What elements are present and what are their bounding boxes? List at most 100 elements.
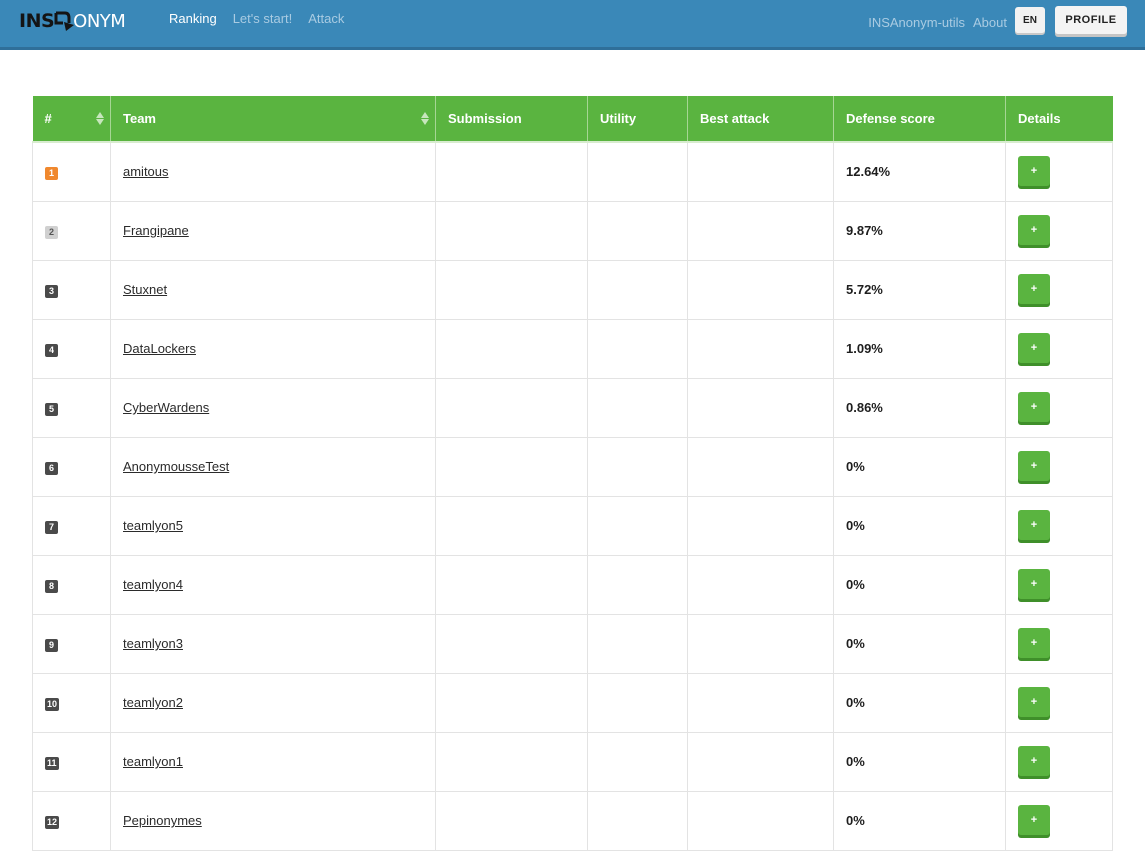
header-team-label: Team: [123, 111, 156, 126]
table-row: 4 DataLockers 1.09% +: [32, 319, 1113, 379]
team-link[interactable]: Pepinonymes: [123, 813, 202, 828]
cell-defense-score: 0%: [833, 732, 1006, 792]
header-details: Details: [1005, 96, 1113, 143]
details-button[interactable]: +: [1018, 273, 1050, 304]
details-button[interactable]: +: [1018, 391, 1050, 422]
details-button[interactable]: +: [1018, 155, 1050, 186]
cell-team: AnonymousseTest: [110, 437, 436, 497]
team-link[interactable]: teamlyon2: [123, 695, 183, 710]
cell-details: +: [1005, 614, 1113, 674]
table-row: 1 amitous 12.64% +: [32, 142, 1113, 202]
table-row: 7 teamlyon5 0% +: [32, 496, 1113, 556]
table-row: 10 teamlyon2 0% +: [32, 673, 1113, 733]
team-link[interactable]: amitous: [123, 164, 169, 179]
rank-badge: 10: [45, 697, 60, 711]
details-button[interactable]: +: [1018, 627, 1050, 658]
brand-part1: INS: [19, 10, 55, 32]
details-button[interactable]: +: [1018, 686, 1050, 717]
rank-badge: 9: [45, 638, 58, 652]
cell-submission: [435, 260, 588, 320]
table-row: 12 Pepinonymes 0% +: [32, 791, 1113, 851]
cell-rank: 12: [32, 791, 111, 851]
header-rank[interactable]: #: [32, 96, 111, 143]
defense-score-value: 5.72%: [846, 282, 883, 297]
nav-attack[interactable]: Attack: [308, 11, 344, 27]
cell-utility: [587, 142, 688, 202]
profile-button[interactable]: PROFILE: [1055, 6, 1127, 34]
cell-defense-score: 0%: [833, 614, 1006, 674]
rank-badge: 2: [45, 225, 58, 239]
cell-details: +: [1005, 378, 1113, 438]
sort-icon[interactable]: [96, 111, 104, 127]
team-link[interactable]: DataLockers: [123, 341, 196, 356]
arrow-logo-icon: [54, 11, 75, 31]
header-defense-score: Defense score: [833, 96, 1006, 143]
cell-submission: [435, 142, 588, 202]
details-button[interactable]: +: [1018, 332, 1050, 363]
cell-best-attack: [687, 260, 834, 320]
cell-best-attack: [687, 673, 834, 733]
cell-best-attack: [687, 732, 834, 792]
team-link[interactable]: AnonymousseTest: [123, 459, 229, 474]
team-link[interactable]: Frangipane: [123, 223, 189, 238]
cell-team: CyberWardens: [110, 378, 436, 438]
details-button[interactable]: +: [1018, 450, 1050, 481]
details-button[interactable]: +: [1018, 804, 1050, 835]
defense-score-value: 0.86%: [846, 400, 883, 415]
cell-utility: [587, 496, 688, 556]
cell-utility: [587, 791, 688, 851]
cell-rank: 11: [32, 732, 111, 792]
team-link[interactable]: teamlyon5: [123, 518, 183, 533]
defense-score-value: 0%: [846, 636, 865, 651]
nav-ranking[interactable]: Ranking: [169, 11, 217, 27]
cell-details: +: [1005, 260, 1113, 320]
cell-details: +: [1005, 496, 1113, 556]
sort-icon[interactable]: [421, 111, 429, 127]
cell-defense-score: 0%: [833, 437, 1006, 497]
cell-submission: [435, 437, 588, 497]
team-link[interactable]: teamlyon1: [123, 754, 183, 769]
cell-utility: [587, 555, 688, 615]
cell-team: Stuxnet: [110, 260, 436, 320]
nav-about[interactable]: About: [973, 15, 1007, 31]
nav-lets-start[interactable]: Let's start!: [233, 11, 293, 27]
cell-utility: [587, 732, 688, 792]
cell-team: teamlyon2: [110, 673, 436, 733]
cell-team: amitous: [110, 142, 436, 202]
defense-score-value: 0%: [846, 518, 865, 533]
team-link[interactable]: teamlyon4: [123, 577, 183, 592]
cell-defense-score: 0%: [833, 673, 1006, 733]
team-link[interactable]: Stuxnet: [123, 282, 167, 297]
cell-team: teamlyon1: [110, 732, 436, 792]
details-button[interactable]: +: [1018, 568, 1050, 599]
rank-badge: 6: [45, 461, 58, 475]
team-link[interactable]: teamlyon3: [123, 636, 183, 651]
details-button[interactable]: +: [1018, 214, 1050, 245]
cell-utility: [587, 201, 688, 261]
cell-submission: [435, 319, 588, 379]
language-button[interactable]: EN: [1015, 7, 1045, 33]
secondary-nav: INSAnonym-utils About EN PROFILE: [868, 6, 1127, 34]
defense-score-value: 1.09%: [846, 341, 883, 356]
cell-utility: [587, 673, 688, 733]
nav-utils[interactable]: INSAnonym-utils: [868, 15, 965, 31]
cell-team: teamlyon5: [110, 496, 436, 556]
rank-badge: 12: [45, 815, 60, 829]
cell-submission: [435, 732, 588, 792]
cell-defense-score: 1.09%: [833, 319, 1006, 379]
cell-rank: 10: [32, 673, 111, 733]
defense-score-value: 9.87%: [846, 223, 883, 238]
cell-best-attack: [687, 555, 834, 615]
cell-best-attack: [687, 319, 834, 379]
cell-submission: [435, 496, 588, 556]
cell-submission: [435, 555, 588, 615]
brand-logo[interactable]: INS ONYM: [19, 6, 126, 36]
details-button[interactable]: +: [1018, 745, 1050, 776]
cell-details: +: [1005, 555, 1113, 615]
rank-badge: 8: [45, 579, 58, 593]
ranking-table-body: 1 amitous 12.64% +2 Frangipane 9.87% +3 Stuxnet…: [32, 142, 1113, 851]
header-team[interactable]: Team: [110, 96, 436, 143]
team-link[interactable]: CyberWardens: [123, 400, 209, 415]
details-button[interactable]: +: [1018, 509, 1050, 540]
cell-defense-score: 9.87%: [833, 201, 1006, 261]
